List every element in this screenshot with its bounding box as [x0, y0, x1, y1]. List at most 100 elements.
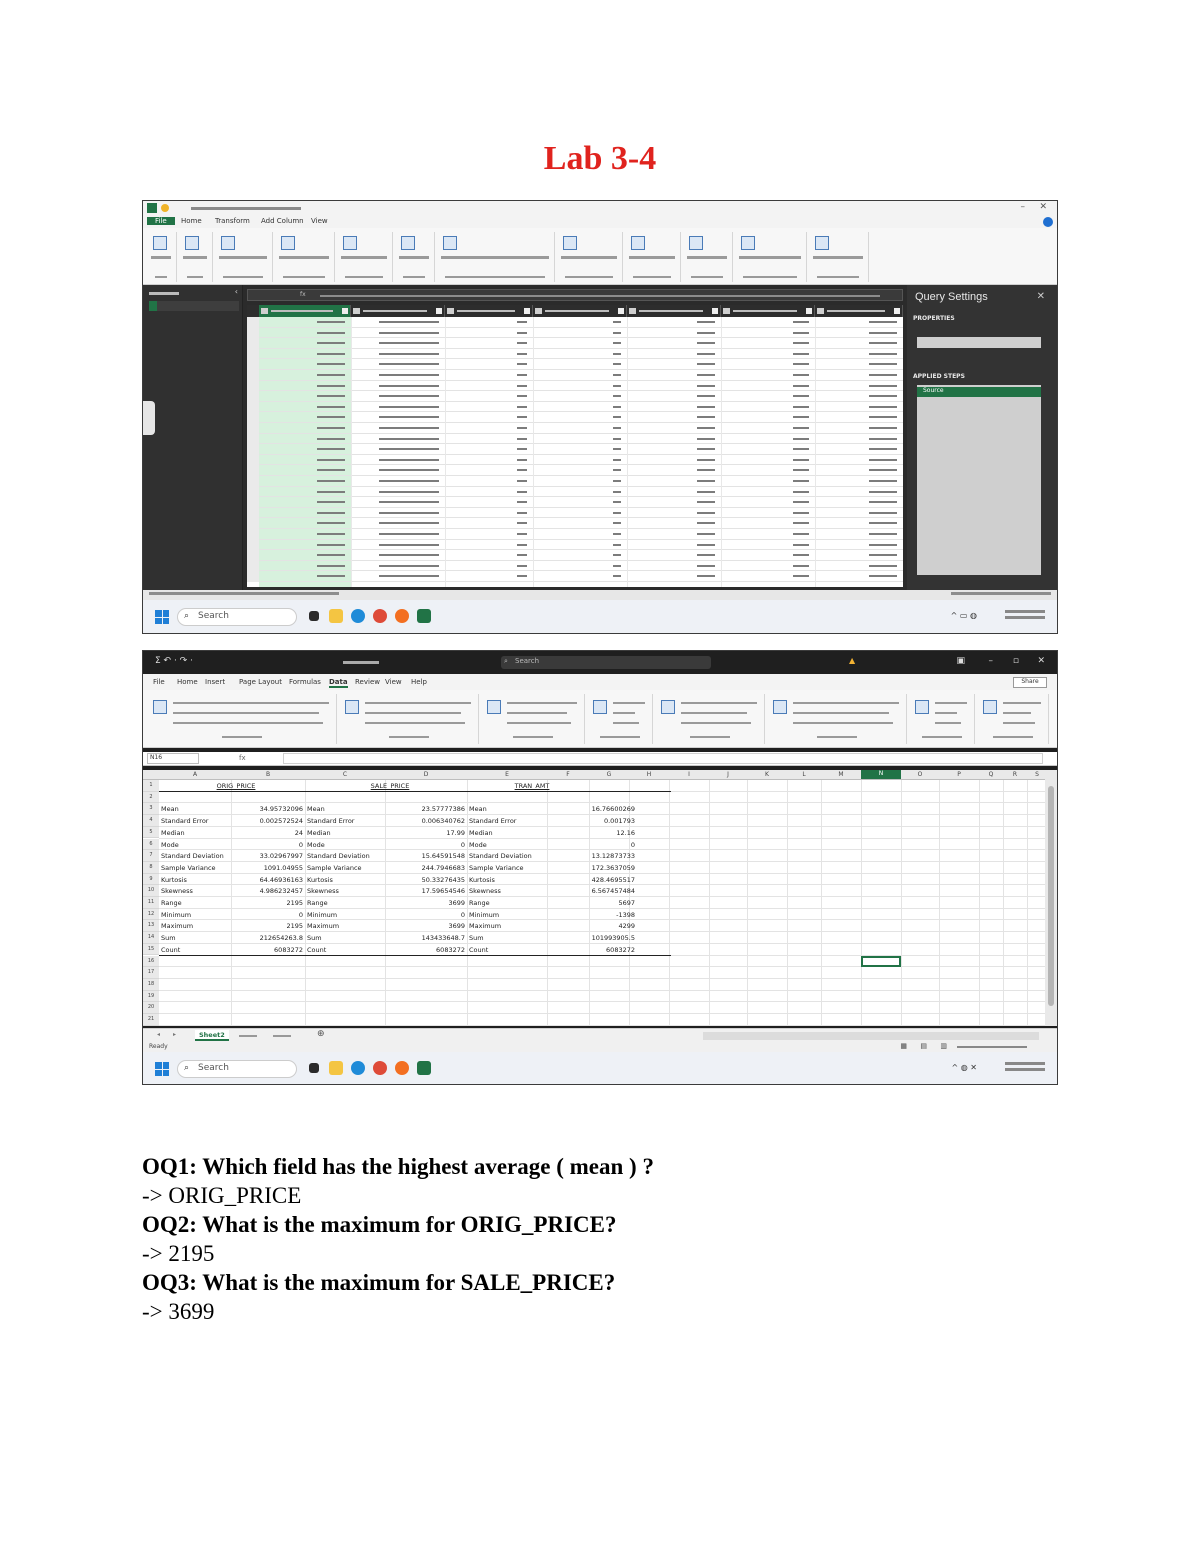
warning-icon[interactable]: ▲	[849, 656, 855, 665]
taskbar-search[interactable]: ⌕ Search	[177, 1060, 297, 1078]
firefox-icon[interactable]	[395, 1061, 409, 1075]
sheet-tab[interactable]	[235, 1030, 261, 1041]
column-header-g[interactable]: G	[589, 771, 629, 778]
data-preview-grid[interactable]	[247, 305, 903, 587]
ribbon-tab-review[interactable]: Review	[355, 678, 380, 686]
ribbon-button-icon[interactable]	[593, 700, 607, 714]
query-item[interactable]	[149, 301, 239, 311]
view-break-icon[interactable]: ▥	[940, 1042, 947, 1050]
fx-icon[interactable]: fx	[239, 754, 246, 762]
taskview-icon[interactable]	[309, 611, 319, 621]
scroll-thumb[interactable]	[1048, 786, 1054, 1006]
step-source[interactable]: Source	[917, 387, 1041, 397]
filter-dropdown-icon[interactable]	[342, 308, 348, 314]
column-header-r[interactable]: R	[1003, 771, 1027, 778]
row-header[interactable]: 1	[143, 780, 159, 792]
column-header[interactable]	[815, 305, 903, 317]
ribbon-tab-home[interactable]: Home	[177, 678, 198, 686]
firefox-icon[interactable]	[395, 609, 409, 623]
chrome-icon[interactable]	[373, 609, 387, 623]
column-header-m[interactable]: M	[821, 771, 861, 778]
vertical-scrollbar[interactable]	[1045, 770, 1057, 1026]
column-header[interactable]	[533, 305, 627, 317]
pq-tab-add-column[interactable]: Add Column	[261, 217, 304, 225]
row-header[interactable]: 3	[143, 803, 159, 816]
row-header[interactable]: 19	[143, 990, 159, 1003]
ribbon-display-icon[interactable]: ▣	[956, 656, 965, 666]
chrome-icon[interactable]	[373, 1061, 387, 1075]
column-header-a[interactable]: A	[159, 771, 231, 778]
pane-drag-handle[interactable]	[143, 401, 155, 435]
excel-taskbar-icon[interactable]	[417, 1061, 431, 1075]
column-header-k[interactable]: K	[747, 771, 787, 778]
filter-dropdown-icon[interactable]	[524, 308, 530, 314]
column-header-f[interactable]: F	[547, 771, 589, 778]
ribbon-button-icon[interactable]	[221, 236, 235, 250]
ribbon-tab-data[interactable]: Data	[329, 678, 348, 688]
filter-dropdown-icon[interactable]	[806, 308, 812, 314]
ribbon-button-icon[interactable]	[661, 700, 675, 714]
close-icon[interactable]: ✕	[1039, 202, 1047, 212]
column-header-l[interactable]: L	[787, 771, 821, 778]
ribbon-button-icon[interactable]	[153, 700, 167, 714]
pq-tab-file[interactable]: File	[147, 217, 175, 225]
column-header[interactable]	[259, 305, 351, 317]
row-header[interactable]: 5	[143, 826, 159, 839]
windows-start-icon[interactable]	[155, 1062, 169, 1076]
filter-dropdown-icon[interactable]	[894, 308, 900, 314]
worksheet-grid[interactable]: ABCDEFGHIJKLMNOPQRS 1 2 3 4 5 6 7 8 9 10 11 12 13 14 1…	[143, 770, 1047, 1026]
view-layout-icon[interactable]: ▤	[920, 1042, 927, 1050]
row-header[interactable]: 17	[143, 967, 159, 979]
column-header-d[interactable]: D	[385, 771, 467, 778]
excel-search-box[interactable]: ⌕ Search	[501, 656, 711, 669]
column-type-icon[interactable]	[817, 308, 824, 314]
tray-icons[interactable]: ^ ▭ ◍	[951, 611, 977, 620]
row-header[interactable]: 21	[143, 1014, 159, 1026]
ribbon-button-icon[interactable]	[773, 700, 787, 714]
column-type-icon[interactable]	[535, 308, 542, 314]
taskview-icon[interactable]	[309, 1063, 319, 1073]
collapse-chevron-icon[interactable]: ‹	[235, 287, 238, 296]
pq-tab-view[interactable]: View	[311, 217, 328, 225]
column-header-n[interactable]: N	[861, 770, 901, 779]
ribbon-button-icon[interactable]	[281, 236, 295, 250]
view-normal-icon[interactable]: ▦	[900, 1042, 907, 1050]
row-header[interactable]: 6	[143, 838, 159, 851]
edge-icon[interactable]	[351, 1061, 365, 1075]
ribbon-tab-help[interactable]: Help	[411, 678, 427, 686]
ribbon-tab-formulas[interactable]: Formulas	[289, 678, 321, 686]
filter-dropdown-icon[interactable]	[712, 308, 718, 314]
column-header[interactable]	[351, 305, 445, 317]
row-header[interactable]: 10	[143, 885, 159, 897]
row-header[interactable]: 14	[143, 932, 159, 944]
column-header[interactable]	[445, 305, 533, 317]
column-header[interactable]	[721, 305, 815, 317]
close-icon[interactable]: ✕	[1037, 656, 1045, 666]
filter-dropdown-icon[interactable]	[618, 308, 624, 314]
ribbon-button-icon[interactable]	[631, 236, 645, 250]
ribbon-button-icon[interactable]	[983, 700, 997, 714]
column-header-p[interactable]: P	[939, 771, 979, 778]
column-header-j[interactable]: J	[709, 771, 747, 778]
tray-icons[interactable]: ^ ◍ ✕	[952, 1063, 977, 1072]
filter-dropdown-icon[interactable]	[436, 308, 442, 314]
column-header-o[interactable]: O	[901, 771, 939, 778]
ribbon-button-icon[interactable]	[153, 236, 167, 250]
formula-bar[interactable]: fx	[247, 289, 903, 301]
row-header[interactable]: 13	[143, 920, 159, 933]
query-name-input[interactable]	[917, 337, 1041, 348]
row-header[interactable]: 12	[143, 908, 159, 921]
row-header[interactable]: 4	[143, 815, 159, 827]
column-type-icon[interactable]	[353, 308, 360, 314]
taskbar-search[interactable]: ⌕ Search	[177, 608, 297, 626]
share-button[interactable]: Share	[1013, 677, 1047, 688]
ribbon-button-icon[interactable]	[815, 236, 829, 250]
column-header-h[interactable]: H	[629, 771, 669, 778]
ribbon-tab-view[interactable]: View	[385, 678, 402, 686]
row-header[interactable]: 8	[143, 861, 159, 874]
ribbon-button-icon[interactable]	[401, 236, 415, 250]
ribbon-button-icon[interactable]	[185, 236, 199, 250]
excel-taskbar-icon[interactable]	[417, 609, 431, 623]
column-header-c[interactable]: C	[305, 771, 385, 778]
file-explorer-icon[interactable]	[329, 1061, 343, 1075]
